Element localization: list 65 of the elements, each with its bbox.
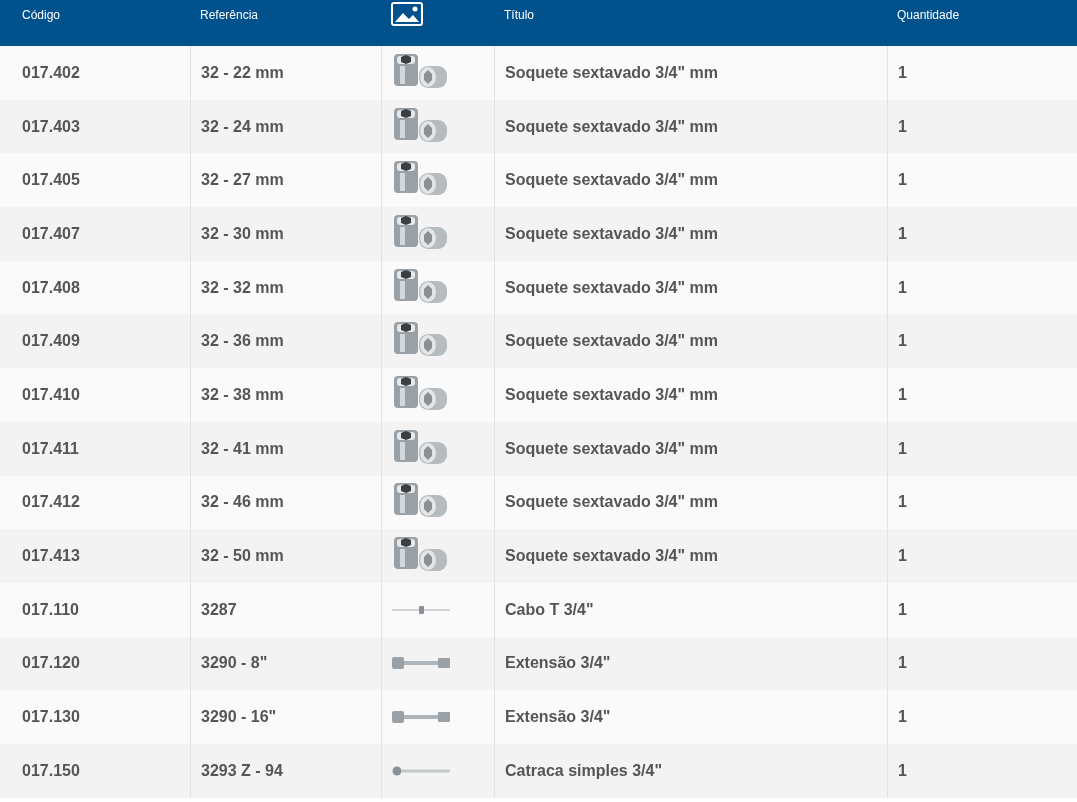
- reference-cell: 32 - 27 mm: [201, 171, 284, 190]
- quantity-cell: 1: [898, 117, 907, 136]
- code-cell: 017.410: [22, 385, 80, 404]
- reference-cell: 32 - 30 mm: [201, 224, 284, 243]
- code-cell: 017.411: [22, 439, 79, 458]
- code-cell: 017.405: [22, 171, 80, 190]
- code-cell: 017.402: [22, 63, 80, 82]
- reference-cell: 3287: [201, 600, 237, 619]
- title-cell: Soquete sextavado 3/4" mm: [505, 117, 718, 136]
- t-handle-drawing: [392, 605, 450, 614]
- quantity-cell: 1: [898, 654, 907, 673]
- quantity-cell: 1: [898, 171, 907, 190]
- title-cell: Extensão 3/4": [505, 708, 611, 727]
- title-cell: Catraca simples 3/4": [505, 761, 662, 780]
- column-header: Código: [22, 8, 61, 22]
- extension-bar-drawing: [392, 711, 450, 724]
- reference-cell: 32 - 32 mm: [201, 278, 284, 297]
- title-cell: Extensão 3/4": [505, 654, 611, 673]
- quantity-cell: 1: [898, 278, 907, 297]
- code-cell: 017.130: [22, 708, 80, 727]
- code-cell: 017.120: [22, 654, 80, 673]
- title-cell: Soquete sextavado 3/4" mm: [505, 63, 718, 82]
- code-cell: 017.409: [22, 332, 80, 351]
- title-cell: Soquete sextavado 3/4" mm: [505, 439, 718, 458]
- quantity-cell: 1: [898, 493, 907, 512]
- title-cell: Soquete sextavado 3/4" mm: [505, 385, 718, 404]
- column-header: Título: [504, 8, 534, 22]
- title-cell: Soquete sextavado 3/4" mm: [505, 171, 718, 190]
- code-cell: 017.150: [22, 761, 80, 780]
- extension-bar-drawing: [392, 657, 450, 670]
- title-cell: Soquete sextavado 3/4" mm: [505, 332, 718, 351]
- code-cell: 017.413: [22, 547, 80, 566]
- reference-cell: 3290 - 16": [201, 708, 277, 727]
- code-cell: 017.408: [22, 278, 80, 297]
- reference-cell: 32 - 24 mm: [201, 117, 284, 136]
- quantity-cell: 1: [898, 761, 907, 780]
- ratchet-drawing: [392, 765, 450, 776]
- code-cell: 017.412: [22, 493, 80, 512]
- reference-cell: 32 - 50 mm: [201, 547, 284, 566]
- quantity-cell: 1: [898, 63, 907, 82]
- title-cell: Cabo T 3/4": [505, 600, 594, 619]
- reference-cell: 32 - 22 mm: [201, 63, 284, 82]
- code-cell: 017.407: [22, 224, 80, 243]
- reference-cell: 3290 - 8": [201, 654, 268, 673]
- code-cell: 017.110: [22, 600, 79, 619]
- reference-cell: 32 - 46 mm: [201, 493, 284, 512]
- column-header: Quantidade: [897, 8, 960, 22]
- image-icon: [391, 2, 423, 26]
- title-cell: Soquete sextavado 3/4" mm: [505, 493, 718, 512]
- title-cell: Soquete sextavado 3/4" mm: [505, 547, 718, 566]
- reference-cell: 32 - 41 mm: [201, 439, 284, 458]
- code-cell: 017.403: [22, 117, 80, 136]
- quantity-cell: 1: [898, 332, 907, 351]
- quantity-cell: 1: [898, 547, 907, 566]
- quantity-cell: 1: [898, 600, 907, 619]
- quantity-cell: 1: [898, 385, 907, 404]
- reference-cell: 3293 Z - 94: [201, 761, 283, 780]
- reference-cell: 32 - 36 mm: [201, 332, 284, 351]
- quantity-cell: 1: [898, 439, 907, 458]
- column-header: Referência: [200, 8, 259, 22]
- reference-cell: 32 - 38 mm: [201, 385, 284, 404]
- quantity-cell: 1: [898, 224, 907, 243]
- title-cell: Soquete sextavado 3/4" mm: [505, 224, 718, 243]
- title-cell: Soquete sextavado 3/4" mm: [505, 278, 718, 297]
- quantity-cell: 1: [898, 708, 907, 727]
